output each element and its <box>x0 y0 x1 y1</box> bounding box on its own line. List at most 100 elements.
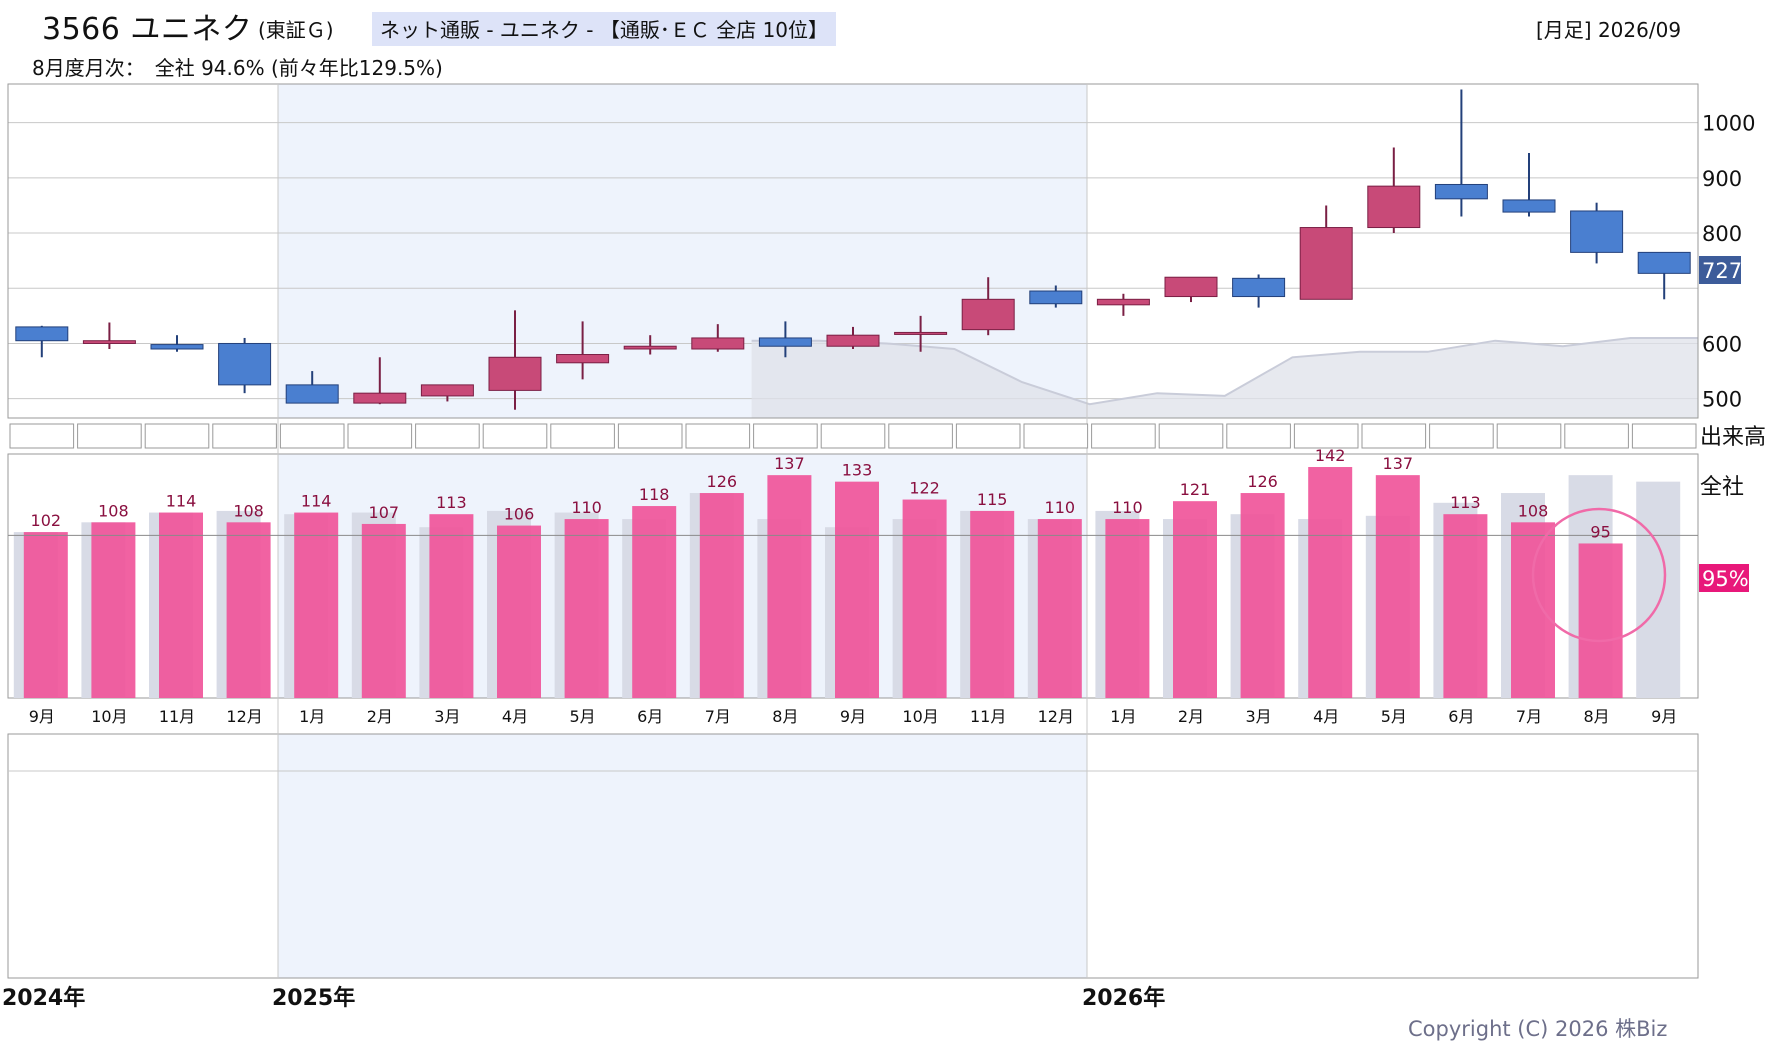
sales-bar <box>294 512 339 698</box>
volume-cells <box>9 423 1697 449</box>
sales-bar <box>1578 543 1623 698</box>
sales-bar-value: 113 <box>1450 493 1481 512</box>
volume-cell <box>1023 423 1089 449</box>
sales-bar <box>564 519 609 698</box>
month-label: 8月 <box>1584 707 1610 726</box>
copyright-text: Copyright (C) 2026 株Biz <box>1408 1017 1668 1041</box>
volume-cell <box>1158 423 1224 449</box>
sales-bar <box>1105 519 1150 698</box>
sales-bar <box>1037 519 1082 698</box>
month-label: 2月 <box>1178 707 1204 726</box>
volume-cell <box>279 423 345 449</box>
month-label: 6月 <box>1448 707 1474 726</box>
volume-cell <box>1361 423 1427 449</box>
volume-cell <box>1226 423 1291 449</box>
year-label-2026: 2026年 <box>1082 986 1166 1011</box>
month-label: 9月 <box>1651 707 1677 726</box>
candle-body <box>1434 183 1488 200</box>
sales-bar-value: 126 <box>1247 472 1278 491</box>
candle-body <box>556 354 610 364</box>
price-tick-label: 900 <box>1702 167 1742 191</box>
month-label: 5月 <box>1381 707 1407 726</box>
candle-body <box>826 334 880 347</box>
sales-bar <box>1308 467 1353 698</box>
candle-body <box>961 298 1015 331</box>
candle-body <box>488 356 542 391</box>
sales-bar <box>361 523 406 698</box>
year-label-2024: 2024年 <box>2 986 86 1011</box>
volume-cell <box>1496 423 1562 449</box>
candle-body <box>758 337 812 347</box>
volume-cell <box>617 423 683 449</box>
month-label: 8月 <box>772 707 798 726</box>
sales-bar <box>835 481 879 698</box>
month-label: 3月 <box>434 707 460 726</box>
candle-body <box>420 384 474 397</box>
sales-bar-value: 142 <box>1315 446 1346 465</box>
reference-area <box>751 337 1698 418</box>
candle-body <box>150 344 204 350</box>
sales-bar <box>1511 522 1555 698</box>
sales-bar-value: 137 <box>1383 454 1414 473</box>
candle-body <box>1570 210 1624 253</box>
sales-bar <box>226 522 271 698</box>
volume-cell <box>1564 423 1629 449</box>
price-tick-label: 500 <box>1702 388 1742 412</box>
sales-bar-value: 122 <box>909 479 940 498</box>
sales-bar <box>1240 493 1285 698</box>
last-pct-value: 95% <box>1702 567 1749 591</box>
sales-bar-value: 110 <box>571 498 602 517</box>
candle-body <box>1164 276 1218 298</box>
candle-body <box>691 337 745 350</box>
month-label: 7月 <box>1516 707 1542 726</box>
sales-bar-value: 108 <box>233 501 264 520</box>
sales-bar-value: 114 <box>301 492 332 511</box>
candle-body <box>218 342 272 386</box>
month-label: 9月 <box>840 707 866 726</box>
sales-bar <box>429 514 474 698</box>
candle-body <box>82 340 136 344</box>
volume-cell <box>482 423 548 449</box>
candle-body <box>1232 277 1286 298</box>
sales-bar-value: 121 <box>1180 480 1211 499</box>
sales-bar-value: 108 <box>98 501 129 520</box>
sales-bar-value: 126 <box>707 472 738 491</box>
price-tick-label: 1000 <box>1702 112 1755 136</box>
sales-bar <box>767 475 812 698</box>
candle-body <box>894 331 948 335</box>
month-label: 6月 <box>637 707 663 726</box>
sales-bar-value: 110 <box>1045 498 1076 517</box>
candle-body <box>1299 227 1353 300</box>
month-axis-labels: 9月 10月 11月 12月 1月 2月 3月 4月 5月 6月 7月 8月 9月 10月 11月 12月 1月… <box>29 707 1678 726</box>
sales-bar <box>91 522 136 698</box>
sales-bar-value: 108 <box>1518 501 1549 520</box>
month-label: 7月 <box>705 707 731 726</box>
volume-cell <box>1631 423 1697 449</box>
candle-body <box>285 384 339 404</box>
month-label: 10月 <box>902 707 938 726</box>
sales-bar-prev <box>1636 481 1681 698</box>
volume-cell <box>415 423 480 449</box>
volume-cell <box>212 423 277 449</box>
volume-cell <box>888 423 953 449</box>
candle-body <box>15 326 69 342</box>
month-label: 4月 <box>502 707 528 726</box>
sales-bar-value: 107 <box>369 503 400 522</box>
price-tick-label: 600 <box>1702 332 1742 356</box>
volume-cell <box>753 423 818 449</box>
price-tick-label: 800 <box>1702 222 1742 246</box>
sales-bar <box>1173 501 1217 698</box>
month-label: 12月 <box>1038 707 1074 726</box>
sales-bar <box>1443 514 1488 698</box>
month-label: 5月 <box>570 707 596 726</box>
candle-body <box>353 392 407 404</box>
sales-bar-value: 114 <box>166 492 197 511</box>
month-label: 2月 <box>367 707 393 726</box>
sales-bar <box>1375 475 1420 698</box>
month-label: 1月 <box>1110 707 1136 726</box>
month-label: 10月 <box>91 707 127 726</box>
sales-bar-value: 95 <box>1590 522 1610 541</box>
volume-cell <box>550 423 615 449</box>
candle-body <box>1502 199 1556 213</box>
volume-cell <box>1293 423 1359 449</box>
